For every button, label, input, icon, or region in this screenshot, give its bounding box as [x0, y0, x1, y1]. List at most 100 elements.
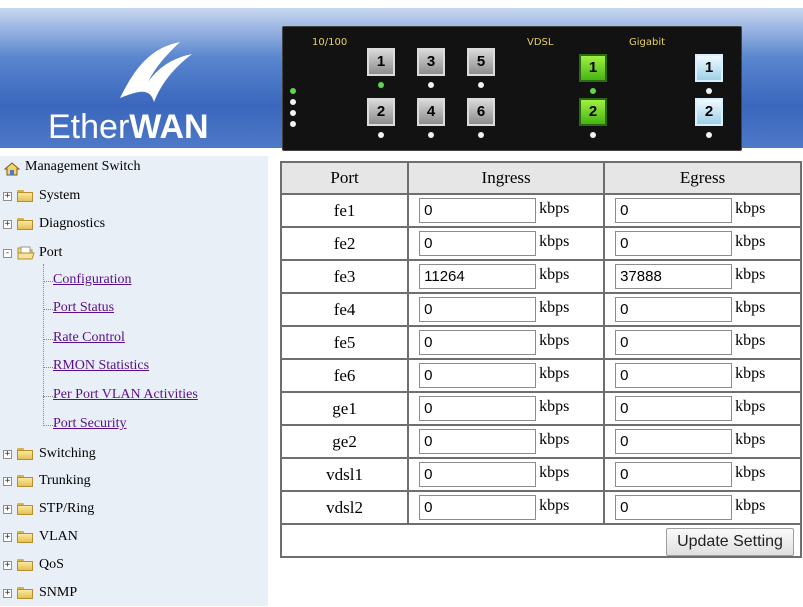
header: EtherWAN 10/100 VDSL Gigabit 1 3 5 2 4 6: [0, 0, 803, 156]
power-led: [290, 88, 296, 94]
folder-icon: [17, 218, 33, 230]
status-led: [290, 121, 296, 127]
egress-rate-input[interactable]: [615, 429, 733, 454]
switch-front-panel: 10/100 VDSL Gigabit 1 3 5 2 4 6 1 2 1 2: [282, 26, 742, 151]
folder-icon: [17, 531, 33, 543]
sidebar-item-label: Port: [39, 245, 63, 260]
expand-icon[interactable]: +: [3, 192, 12, 201]
folder-icon: [17, 559, 33, 571]
folder-icon: [17, 503, 33, 515]
sidebar-item-label: SNMP: [39, 585, 78, 600]
ingress-rate-input[interactable]: [419, 429, 537, 454]
panel-port-fe6[interactable]: 6: [467, 98, 495, 126]
table-row: ge1 kbps kbps: [279, 391, 802, 426]
ingress-unit: kbps: [539, 233, 570, 250]
ingress-rate-input[interactable]: [419, 462, 537, 487]
port-led: [378, 82, 384, 88]
ingress-rate-input[interactable]: [419, 231, 537, 256]
sidebar-link-rmon-statistics[interactable]: RMON Statistics: [53, 358, 149, 384]
egress-rate-input[interactable]: [615, 495, 733, 520]
update-setting-button[interactable]: Update Setting: [666, 528, 794, 556]
port-name-cell: vdsl1: [279, 457, 410, 492]
port-led: [428, 132, 434, 138]
ingress-rate-input[interactable]: [419, 495, 537, 520]
expand-icon[interactable]: +: [3, 450, 12, 459]
expand-icon[interactable]: +: [3, 589, 12, 598]
panel-port-ge2[interactable]: 2: [695, 98, 723, 126]
port-name-cell: vdsl2: [279, 490, 410, 525]
folder-icon: [17, 190, 33, 202]
ingress-rate-input[interactable]: [419, 363, 537, 388]
sidebar-link-rate-control[interactable]: Rate Control: [53, 330, 125, 356]
egress-rate-input[interactable]: [615, 396, 733, 421]
egress-rate-input[interactable]: [615, 363, 733, 388]
header-egress: Egress: [603, 161, 802, 195]
egress-unit: kbps: [735, 233, 766, 250]
table-row: fe6 kbps kbps: [279, 358, 802, 393]
logo-banner: EtherWAN 10/100 VDSL Gigabit 1 3 5 2 4 6: [0, 8, 803, 151]
panel-port-fe2[interactable]: 2: [367, 98, 395, 126]
sidebar-link-port-status[interactable]: Port Status: [53, 300, 114, 326]
sidebar-link-per-port-vlan-activities[interactable]: Per Port VLAN Activities: [53, 387, 198, 413]
egress-rate-input[interactable]: [615, 231, 733, 256]
port-name-cell: fe2: [279, 226, 410, 261]
egress-rate-input[interactable]: [615, 198, 733, 223]
expand-icon[interactable]: +: [3, 533, 12, 542]
tree-guide-line: [43, 264, 44, 426]
rate-control-panel: Port Ingress Egress fe1 kbps kbps fe2 kbps kb…: [279, 161, 802, 596]
panel-port-fe1[interactable]: 1: [367, 48, 395, 76]
open-folder-icon: [17, 246, 35, 260]
port-name-cell: fe1: [279, 193, 410, 228]
ingress-rate-input[interactable]: [419, 264, 537, 289]
ingress-rate-input[interactable]: [419, 396, 537, 421]
port-led: [378, 132, 384, 138]
panel-port-fe4[interactable]: 4: [417, 98, 445, 126]
egress-rate-input[interactable]: [615, 330, 733, 355]
egress-rate-input[interactable]: [615, 462, 733, 487]
expand-icon[interactable]: +: [3, 477, 12, 486]
ingress-cell: kbps: [407, 424, 606, 459]
sidebar-item-label: VLAN: [39, 529, 78, 544]
port-name-cell: fe5: [279, 325, 410, 360]
panel-port-fe5[interactable]: 5: [467, 48, 495, 76]
ingress-rate-input[interactable]: [419, 198, 537, 223]
ingress-cell: kbps: [407, 391, 606, 426]
header-port: Port: [279, 161, 410, 195]
folder-icon: [17, 448, 33, 460]
expand-icon[interactable]: +: [3, 220, 12, 229]
sidebar-item-label: Trunking: [39, 473, 91, 488]
folder-icon: [17, 587, 33, 599]
port-name: vdsl2: [326, 497, 363, 517]
port-name-cell: fe4: [279, 292, 410, 327]
port-led: [428, 82, 434, 88]
ingress-rate-input[interactable]: [419, 330, 537, 355]
ingress-unit: kbps: [539, 497, 570, 514]
table-row: fe4 kbps kbps: [279, 292, 802, 327]
collapse-icon[interactable]: -: [3, 249, 12, 258]
egress-cell: kbps: [603, 490, 802, 525]
egress-cell: kbps: [603, 358, 802, 393]
port-name: fe2: [333, 233, 356, 253]
panel-port-vdsl2[interactable]: 2: [579, 98, 607, 126]
egress-cell: kbps: [603, 193, 802, 228]
sidebar-link-configuration[interactable]: Configuration: [53, 272, 132, 298]
panel-port-fe3[interactable]: 3: [417, 48, 445, 76]
egress-rate-input[interactable]: [615, 297, 733, 322]
logo-text-ether: Ether: [48, 108, 130, 146]
ingress-unit: kbps: [539, 398, 570, 415]
expand-icon[interactable]: +: [3, 561, 12, 570]
port-name: vdsl1: [326, 464, 363, 484]
ingress-rate-input[interactable]: [419, 297, 537, 322]
egress-rate-input[interactable]: [615, 264, 733, 289]
panel-port-ge1[interactable]: 1: [695, 54, 723, 82]
sidebar-link-port-security[interactable]: Port Security: [53, 416, 127, 442]
egress-unit: kbps: [735, 200, 766, 217]
port-name-cell: ge2: [279, 424, 410, 459]
ingress-unit: kbps: [539, 431, 570, 448]
table-footer-cell: Update Setting: [280, 523, 802, 558]
panel-port-vdsl1[interactable]: 1: [579, 54, 607, 82]
expand-icon[interactable]: +: [3, 505, 12, 514]
egress-cell: kbps: [603, 292, 802, 327]
ingress-unit: kbps: [539, 365, 570, 382]
table-row: fe5 kbps kbps: [279, 325, 802, 360]
